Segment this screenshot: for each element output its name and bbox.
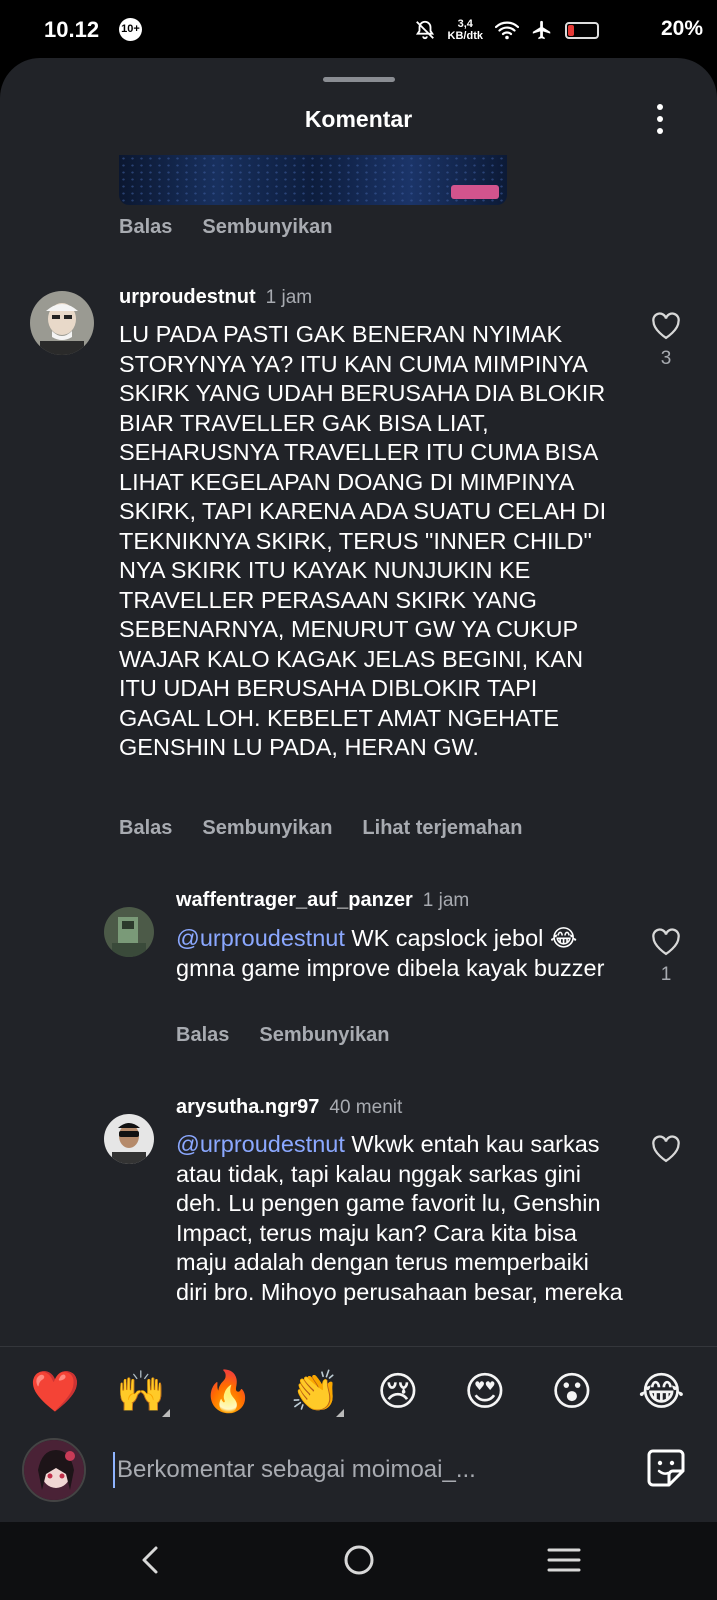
airplane-mode-icon (532, 20, 551, 40)
comment-input[interactable] (113, 1452, 593, 1488)
comment-time: 40 menit (329, 1097, 403, 1118)
reply-button[interactable]: Balas (176, 1024, 229, 1047)
emoji-variant-indicator (335, 1409, 344, 1417)
mention-link[interactable]: @urproudestnut (176, 925, 345, 951)
comment-text: @urproudestnut WK capslock jebol 😂 gmna … (176, 924, 626, 983)
status-time: 10.12 (44, 17, 100, 42)
drag-handle[interactable] (323, 77, 395, 82)
emoji-raised-hands[interactable]: 🙌 (116, 1369, 170, 1417)
like-count: 3 (660, 348, 672, 369)
status-icons: 3,4 KB/dtk (414, 16, 655, 44)
network-speed: 3,4 KB/dtk (448, 18, 483, 42)
mute-icon (415, 20, 434, 40)
emoji-crying[interactable]: 😢 (377, 1369, 419, 1415)
emoji-reaction-bar: ❤️ 🙌 🔥 👏 😢 😍 😮 😂 (0, 1346, 717, 1436)
comment-body: Wkwk entah kau sarkas atau tidak, tapi k… (176, 1131, 623, 1305)
emoji-heart-eyes[interactable]: 😍 (464, 1369, 506, 1415)
comment-actions: Balas Sembunyikan (176, 1024, 389, 1047)
emoji-laughing[interactable]: 😂 (638, 1369, 685, 1415)
comment-username[interactable]: arysutha.ngr97 40 menit (176, 1096, 402, 1119)
current-user-avatar (22, 1438, 86, 1502)
see-translation-button[interactable]: Lihat terjemahan (362, 817, 522, 840)
comment-text: LU PADA PASTI GAK BENERAN NYIMAK STORYNY… (119, 321, 607, 760)
emoji-glyph: 👏 (290, 1369, 340, 1415)
avatar[interactable] (30, 291, 94, 355)
emoji-clapping[interactable]: 👏 (290, 1369, 344, 1417)
heart-outline-icon[interactable] (651, 312, 681, 340)
sheet-title: Komentar (304, 106, 413, 132)
emoji-glyph: 🙌 (116, 1369, 166, 1415)
comment-actions: Balas Sembunyikan (119, 216, 332, 239)
hide-button[interactable]: Sembunyikan (259, 1024, 389, 1047)
more-vertical-icon[interactable] (655, 104, 665, 134)
battery-percentage: 20% (660, 17, 703, 40)
reply-button[interactable]: Balas (119, 216, 172, 239)
avatar[interactable] (104, 1114, 154, 1164)
battery-icon (565, 21, 599, 39)
network-speed-unit: KB/dtk (447, 30, 483, 42)
emoji-surprised[interactable]: 😮 (551, 1369, 593, 1415)
comment-username[interactable]: urproudestnut 1 jam (119, 286, 312, 309)
nav-home-icon[interactable] (341, 1540, 377, 1580)
like-group (650, 1135, 682, 1163)
hide-button[interactable]: Sembunyikan (202, 216, 332, 239)
gif-preview[interactable] (119, 155, 507, 205)
like-count: 1 (660, 964, 672, 985)
battery-level (568, 24, 574, 36)
mention-link[interactable]: @urproudestnut (176, 1131, 345, 1157)
status-bar: 10.12 10+ 3,4 KB/dtk 20% (0, 0, 717, 58)
emoji-fire[interactable]: 🔥 (203, 1369, 253, 1415)
like-group: 3 (650, 312, 682, 370)
gif-logo (451, 185, 499, 199)
like-group: 1 (650, 928, 682, 986)
comment-username[interactable]: waffentrager_auf_panzer 1 jam (176, 889, 469, 912)
username-text[interactable]: arysutha.ngr97 (176, 1096, 319, 1118)
comment-time: 1 jam (422, 890, 470, 911)
comment-text: @urproudestnut Wkwk entah kau sarkas ata… (176, 1130, 626, 1307)
comments-sheet: Komentar Balas Sembunyikan urproudestnut… (0, 58, 717, 1522)
username-text[interactable]: urproudestnut (119, 286, 256, 308)
comment-time: 1 jam (265, 287, 313, 308)
hide-button[interactable]: Sembunyikan (202, 817, 332, 840)
emoji-variant-indicator (161, 1409, 170, 1417)
system-navigation-bar (0, 1522, 717, 1600)
network-speed-value: 3,4 (457, 18, 473, 30)
nav-back-icon[interactable] (136, 1540, 164, 1580)
heart-outline-icon[interactable] (651, 1135, 681, 1163)
nav-recents-icon[interactable] (546, 1540, 582, 1580)
comment-actions: Balas Sembunyikan Lihat terjemahan (119, 817, 522, 840)
wifi-icon (495, 21, 519, 40)
notification-count-badge: 10+ (119, 18, 142, 41)
avatar[interactable] (104, 907, 154, 957)
reply-button[interactable]: Balas (119, 817, 172, 840)
sticker-icon[interactable] (645, 1447, 687, 1489)
username-text[interactable]: waffentrager_auf_panzer (176, 889, 413, 911)
heart-outline-icon[interactable] (651, 928, 681, 956)
emoji-heart[interactable]: ❤️ (30, 1369, 80, 1415)
